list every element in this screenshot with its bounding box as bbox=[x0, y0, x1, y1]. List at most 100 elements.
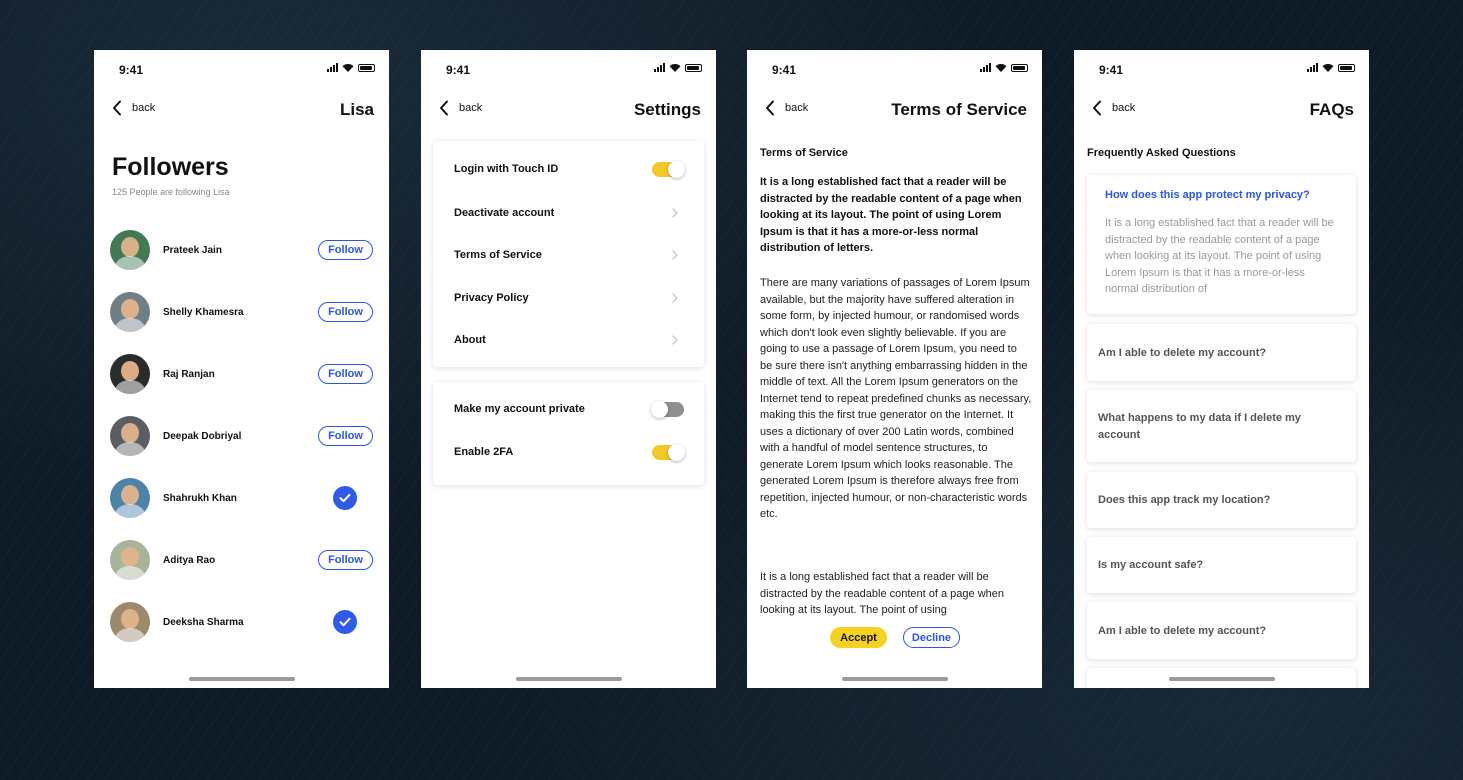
faq-item[interactable]: Am I able to delete my account? bbox=[1087, 324, 1356, 381]
follower-row: Aditya Rao Follow bbox=[110, 540, 373, 580]
back-button[interactable]: back bbox=[112, 100, 155, 116]
wifi-icon bbox=[1322, 64, 1334, 72]
toggle-switch[interactable] bbox=[652, 443, 685, 461]
follow-button[interactable]: Follow bbox=[318, 240, 373, 260]
toggle-switch[interactable] bbox=[651, 400, 684, 418]
home-indicator bbox=[841, 677, 948, 681]
nav-bar: back FAQs bbox=[1074, 100, 1369, 120]
settings-row[interactable]: Deactivate account bbox=[454, 202, 684, 224]
settings-row[interactable]: Login with Touch ID bbox=[454, 158, 685, 180]
terms-screen: 9:41 back Terms of Service Terms of Serv… bbox=[747, 50, 1042, 688]
chevron-left-icon bbox=[440, 100, 448, 116]
follower-name: Aditya Rao bbox=[163, 554, 216, 566]
faq-question: How does this app protect my privacy? bbox=[1105, 189, 1310, 201]
settings-group-security: Make my account private Enable 2FA bbox=[433, 382, 704, 485]
signal-icon bbox=[1307, 63, 1318, 72]
wifi-icon bbox=[669, 64, 681, 72]
nav-bar: back Lisa bbox=[94, 100, 389, 120]
faq-question: Am I able to delete my account? bbox=[1098, 347, 1267, 359]
battery-icon bbox=[1338, 63, 1355, 72]
follower-name: Shelly Khamesra bbox=[163, 306, 244, 318]
settings-row-label: Terms of Service bbox=[454, 249, 542, 261]
toggle-knob bbox=[651, 400, 668, 418]
faqs-screen: 9:41 back FAQs Frequently Asked Question… bbox=[1074, 50, 1369, 688]
settings-row-label: Enable 2FA bbox=[454, 446, 514, 458]
follow-button[interactable]: Follow bbox=[318, 364, 373, 384]
avatar[interactable] bbox=[110, 602, 150, 642]
back-button[interactable]: back bbox=[765, 100, 808, 116]
settings-group-general: Login with Touch ID Deactivate account Ter… bbox=[433, 141, 704, 367]
faq-item[interactable]: Is my account safe? bbox=[1087, 537, 1356, 593]
back-label: back bbox=[1112, 102, 1136, 114]
avatar[interactable] bbox=[110, 230, 150, 270]
status-time: 9:41 bbox=[446, 63, 471, 77]
toggle-knob bbox=[668, 160, 685, 178]
followers-screen: 9:41 back Lisa Followers 125 People are … bbox=[94, 50, 389, 688]
decline-button[interactable]: Decline bbox=[903, 627, 960, 648]
follow-button[interactable]: Follow bbox=[318, 302, 373, 322]
back-label: back bbox=[785, 102, 809, 114]
back-label: back bbox=[132, 102, 156, 114]
toggle-switch[interactable] bbox=[652, 160, 685, 178]
follow-button[interactable]: Follow bbox=[318, 550, 373, 570]
settings-row[interactable]: About bbox=[454, 329, 684, 351]
wifi-icon bbox=[995, 64, 1007, 72]
follower-row: Raj Ranjan Follow bbox=[110, 354, 373, 394]
accept-button[interactable]: Accept bbox=[830, 627, 887, 648]
settings-row-label: Make my account private bbox=[454, 403, 585, 415]
signal-icon bbox=[654, 63, 665, 72]
follower-row: Deepak Dobriyal Follow bbox=[110, 416, 373, 456]
follower-name: Raj Ranjan bbox=[163, 368, 215, 380]
avatar[interactable] bbox=[110, 416, 150, 456]
back-button[interactable]: back bbox=[1092, 100, 1135, 116]
status-bar: 9:41 bbox=[1074, 50, 1369, 90]
settings-row-label: Deactivate account bbox=[454, 207, 555, 219]
back-label: back bbox=[459, 102, 483, 114]
settings-row-label: Login with Touch ID bbox=[454, 163, 559, 175]
settings-screen: 9:41 back Settings Login with Touch ID De… bbox=[421, 50, 716, 688]
nav-bar: back Settings bbox=[421, 100, 716, 120]
follower-row: Deeksha Sharma bbox=[110, 602, 373, 642]
faq-item[interactable]: Does this app track my location? bbox=[1087, 472, 1356, 528]
signal-icon bbox=[327, 63, 338, 72]
settings-row-label: About bbox=[454, 334, 486, 346]
terms-body-paragraph: There are many variations of passages of… bbox=[760, 277, 1032, 520]
terms-heading: Terms of Service bbox=[760, 147, 848, 159]
avatar[interactable] bbox=[110, 292, 150, 332]
follower-row: Shelly Khamesra Follow bbox=[110, 292, 373, 332]
faq-item[interactable]: What happens to my data if I delete my a… bbox=[1087, 390, 1356, 462]
nav-title: Terms of Service bbox=[891, 100, 1027, 119]
faq-item[interactable]: Am I able to delete my account? bbox=[1087, 602, 1356, 659]
following-check-button[interactable] bbox=[333, 486, 357, 510]
avatar[interactable] bbox=[110, 354, 150, 394]
terms-body-paragraph-2: It is a long established fact that a rea… bbox=[760, 571, 1005, 616]
follower-row: Prateek Jain Follow bbox=[110, 230, 373, 270]
following-check-button[interactable] bbox=[333, 610, 357, 634]
faqs-heading: Frequently Asked Questions bbox=[1087, 147, 1236, 159]
follower-name: Shahrukh Khan bbox=[163, 492, 237, 504]
settings-row[interactable]: Make my account private bbox=[454, 398, 684, 420]
faq-question: What happens to my data if I delete my a… bbox=[1098, 412, 1301, 441]
settings-row[interactable]: Enable 2FA bbox=[454, 441, 685, 463]
toggle-knob bbox=[668, 443, 685, 461]
follow-button[interactable]: Follow bbox=[318, 426, 373, 446]
chevron-left-icon bbox=[1093, 100, 1101, 116]
signal-icon bbox=[980, 63, 991, 72]
status-bar: 9:41 bbox=[747, 50, 1042, 90]
chevron-left-icon bbox=[766, 100, 774, 116]
settings-row[interactable]: Terms of Service bbox=[454, 244, 684, 266]
avatar[interactable] bbox=[110, 478, 150, 518]
chevron-left-icon bbox=[113, 100, 121, 116]
back-button[interactable]: back bbox=[439, 100, 482, 116]
follower-name: Deeksha Sharma bbox=[163, 616, 244, 628]
checkmark-icon bbox=[339, 493, 351, 503]
status-time: 9:41 bbox=[772, 63, 797, 77]
home-indicator bbox=[1168, 677, 1275, 681]
battery-icon bbox=[358, 63, 375, 72]
avatar[interactable] bbox=[110, 540, 150, 580]
chevron-right-icon bbox=[672, 250, 678, 260]
settings-row[interactable]: Privacy Policy bbox=[454, 287, 684, 309]
faq-question: Am I able to delete my account? bbox=[1098, 625, 1267, 637]
home-indicator bbox=[515, 677, 622, 681]
nav-bar: back Terms of Service bbox=[747, 100, 1042, 120]
